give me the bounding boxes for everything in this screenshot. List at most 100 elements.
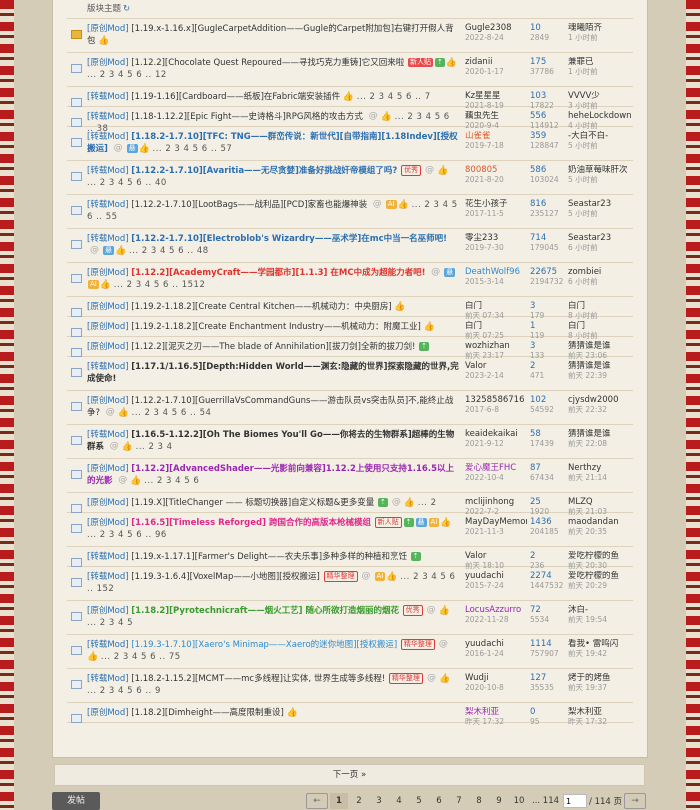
reply-count[interactable]: 58 [530, 429, 566, 439]
thread-row[interactable]: [原创Mod] [1.19.2-1.18.2][Create Enchantme… [67, 317, 633, 340]
thread-type-link[interactable]: [原创Mod] [87, 24, 129, 34]
last-post-user[interactable]: Seastar23 [568, 233, 634, 243]
author-name[interactable]: Wudji [465, 673, 527, 683]
thread-title-link[interactable]: [1.12.2][AcademyCraft——学园都市][1.1.3] 在MC中… [131, 268, 425, 278]
last-post-user[interactable]: maodandan [568, 517, 634, 527]
thread-row[interactable]: [原创Mod] [1.12.2-1.7.10][GuerrillaVsComma… [67, 391, 633, 425]
reply-count[interactable]: 10 [530, 23, 566, 33]
reply-count[interactable]: 127 [530, 673, 566, 683]
last-post-user[interactable]: 爱吃柠檬的鱼 [568, 571, 634, 581]
reply-count[interactable]: 3 [530, 341, 566, 351]
reply-count[interactable]: 714 [530, 233, 566, 243]
thread-type-link[interactable]: [转载Mod] [87, 92, 129, 102]
page-link[interactable]: ... 114 [530, 793, 561, 809]
page-link[interactable]: 6 [430, 793, 448, 809]
author-name[interactable]: 藕虫先生 [465, 111, 527, 121]
last-post-time[interactable]: 6 小时前 [568, 277, 634, 287]
thread-title-link[interactable]: [1.12.2][泥灭之刃——The blade of Annihilation… [131, 342, 415, 352]
last-post-user[interactable]: 白门 [568, 301, 634, 311]
last-post-user[interactable]: -大白不白- [568, 131, 634, 141]
thread-type-link[interactable]: [转载Mod] [87, 640, 129, 650]
thread-title-link[interactable]: [1.12.2-1.7.10][Avaritia——无尽贪婪]准备好挑战奸帝模组… [131, 166, 397, 176]
last-post-user[interactable]: 猜猜谁是谁 [568, 429, 634, 439]
thread-page-links[interactable]: ... 2 3 4 5 6 .. 57 [153, 144, 233, 154]
thread-page-links[interactable]: ... 2 3 4 5 6 .. 96 [87, 530, 167, 540]
reply-count[interactable]: 359 [530, 131, 566, 141]
thread-title-link[interactable]: [1.12.2-1.7.10][Electroblob's Wizardry——… [131, 234, 447, 244]
page-link[interactable]: 5 [410, 793, 428, 809]
thread-row[interactable]: [转载Mod] [1.17.1/1.16.5][Depth:Hidden Wor… [67, 357, 633, 391]
last-post-user[interactable]: 兼罪已 [568, 57, 634, 67]
thread-row[interactable]: [原创Mod] [1.19.X][TitleChanger —— 标题切换器]自… [67, 493, 634, 516]
thread-page-links[interactable]: ... 2 3 4 [136, 442, 173, 452]
thread-title-link[interactable]: [1.19.x-1.16.x][GugleCarpetAddition——Gug… [87, 24, 454, 46]
author-name[interactable]: 花生小孩子 [465, 199, 527, 209]
reply-count[interactable]: 1114 [530, 639, 566, 649]
reply-count[interactable]: 816 [530, 199, 566, 209]
page-link[interactable]: 3 [370, 793, 388, 809]
thread-page-links[interactable]: ... 2 [418, 498, 437, 508]
refresh-icon[interactable]: ↻ [123, 4, 130, 14]
reply-count[interactable]: 22675 [530, 267, 566, 277]
thread-type-link[interactable]: [转载Mod] [87, 112, 129, 122]
thread-row[interactable]: [转载Mod] [1.12.2-1.7.10][Avaritia——无尽贪婪]准… [67, 161, 633, 195]
thread-row[interactable]: [转载Mod] [1.18.2-1.15.2][MCMT——mc多线程]让实体,… [67, 669, 633, 703]
thread-page-links[interactable]: ... 2 3 4 5 6 .. 48 [129, 246, 209, 256]
thread-page-links[interactable]: ... 2 3 4 5 6 .. 75 [101, 652, 181, 662]
thread-title-link[interactable]: [1.19-1.16][Cardboard——纸板]在Fabric端安装插件 [131, 92, 340, 102]
thread-type-link[interactable]: [原创Mod] [87, 302, 129, 312]
thread-page-links[interactable]: ... 2 3 4 5 6 [144, 476, 199, 486]
thread-page-links[interactable]: ... 2 3 4 5 6 .. 7 [357, 92, 431, 102]
thread-title-link[interactable]: [1.18.2][Pyrotechnicraft——烟火工艺] 随心所欲打造烟丽… [131, 606, 399, 616]
thread-type-link[interactable]: [转载Mod] [87, 234, 129, 244]
thread-type-link[interactable]: [转载Mod] [87, 166, 129, 176]
page-link[interactable]: 4 [390, 793, 408, 809]
thread-type-link[interactable]: [原创Mod] [87, 58, 129, 68]
thread-title-link[interactable]: [1.16.5][Timeless Reforged] 跨国合作的高版本枪械模组 [131, 518, 371, 528]
reply-count[interactable]: 2 [530, 551, 566, 561]
author-name[interactable]: 爱心魔王FHC [465, 463, 527, 473]
author-name[interactable]: wozhizhan [465, 341, 527, 351]
last-post-time[interactable]: 前天 20:35 [568, 527, 634, 537]
thread-page-links[interactable]: ... 2 3 4 5 6 .. 9 [87, 686, 161, 696]
thread-type-link[interactable]: [原创Mod] [87, 464, 129, 474]
last-post-time[interactable]: 前天 22:08 [568, 439, 634, 449]
last-post-time[interactable]: 前天 22:39 [568, 371, 634, 381]
last-post-time[interactable]: 昨天 17:32 [568, 717, 634, 727]
thread-title-link[interactable]: [1.18.2][Dimheight——高度限制重设] [131, 708, 284, 718]
thread-row[interactable]: [转载Mod] [1.18.2-1.7.10][TFC: TNG——群峦传说：新… [67, 127, 633, 161]
last-post-user[interactable]: Seastar23 [568, 199, 634, 209]
author-name[interactable]: 山雀雀 [465, 131, 527, 141]
thread-title-link[interactable]: [1.12.2-1.7.10][LootBags——战利品][PCD]家畜也能爆… [131, 200, 367, 210]
author-name[interactable]: Valor [465, 551, 527, 561]
reply-count[interactable]: 25 [530, 497, 566, 507]
last-post-user[interactable]: 魂曦陌齐 [568, 23, 634, 33]
thread-row[interactable]: [转载Mod] [1.16.5-1.12.2][Oh The Biomes Yo… [67, 425, 633, 459]
reply-count[interactable]: 0 [530, 707, 566, 717]
thread-type-link[interactable]: [转载Mod] [87, 362, 129, 372]
thread-type-link[interactable]: [转载Mod] [87, 674, 129, 684]
last-post-user[interactable]: zombiei [568, 267, 634, 277]
thread-type-link[interactable]: [原创Mod] [87, 322, 129, 332]
thread-type-link[interactable]: [原创Mod] [87, 498, 129, 508]
next-page-button[interactable]: 下一页 » [54, 764, 645, 786]
reply-count[interactable]: 175 [530, 57, 566, 67]
thread-row[interactable]: [转载Mod] [1.19.x-1.17.1][Farmer's Delight… [67, 547, 634, 570]
last-post-time[interactable]: 6 小时前 [568, 243, 634, 253]
page-link[interactable]: 8 [470, 793, 488, 809]
reply-count[interactable]: 2 [530, 361, 566, 371]
reply-count[interactable]: 72 [530, 605, 566, 615]
last-post-time[interactable]: 前天 20:29 [568, 581, 634, 591]
thread-row[interactable]: [转载Mod] [1.19-1.16][Cardboard——纸板]在Fabri… [67, 87, 633, 110]
last-post-user[interactable]: 爱吃柠檬的鱼 [568, 551, 634, 561]
author-name[interactable]: Valor [465, 361, 527, 371]
author-name[interactable]: 梨木利亚 [465, 707, 527, 717]
thread-title-link[interactable]: [1.12.2][AdvancedShader——光影前向兼容]1.12.2上使… [87, 464, 454, 486]
thread-row[interactable]: [转载Mod] [1.12.2-1.7.10][LootBags——战利品][P… [67, 195, 633, 229]
last-post-user[interactable]: heheLockdown [568, 111, 634, 121]
next-page-arrow-icon[interactable]: → [624, 793, 647, 809]
last-post-user[interactable]: MLZQ [568, 497, 634, 507]
thread-type-link[interactable]: [转载Mod] [87, 200, 129, 210]
author-name[interactable]: yuudachi [465, 571, 527, 581]
last-post-user[interactable]: 奶油草莓味肝次 [568, 165, 634, 175]
